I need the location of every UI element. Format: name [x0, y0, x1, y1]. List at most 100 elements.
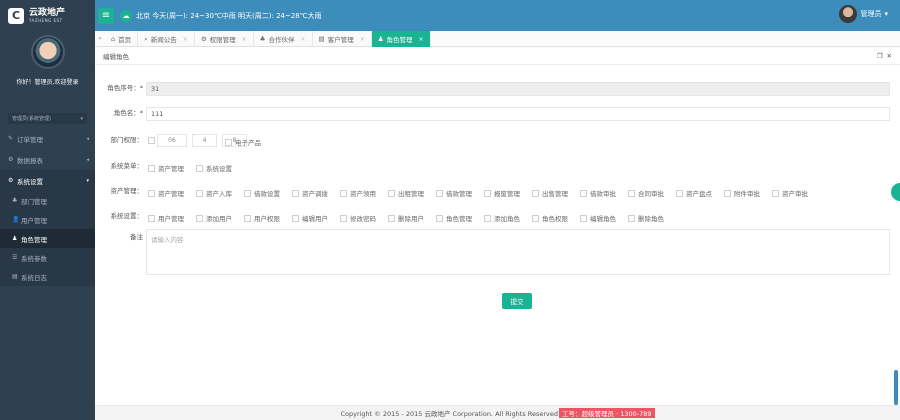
checkbox-label: 出售管理	[542, 190, 568, 198]
submit-button[interactable]: 提交	[502, 293, 532, 309]
permission-checkbox[interactable]: 借款管理	[436, 188, 472, 198]
permission-checkbox[interactable]: 出售管理	[532, 188, 568, 198]
permission-checkbox[interactable]: 报废管理	[484, 188, 520, 198]
permission-checkbox[interactable]: 角色管理	[436, 213, 472, 223]
permission-checkbox[interactable]: 资产盘点	[676, 188, 712, 198]
user-name: 管理员	[860, 10, 882, 18]
checkbox-label: 附件审批	[734, 190, 760, 198]
role-select-value: 管理员(系统管理)	[12, 116, 51, 122]
chevron-down-icon: ▾	[86, 177, 89, 184]
permission-checkbox[interactable]: 添加角色	[484, 213, 520, 223]
sidebar-subitem-label: 系统日志	[21, 273, 47, 282]
dept-field-2[interactable]: 4	[192, 134, 217, 147]
checkbox-label: 修改密码	[350, 215, 376, 223]
permission-checkbox[interactable]: 资产入库	[196, 188, 232, 198]
checkbox-box	[244, 214, 251, 222]
tab-permissions[interactable]: ⚙ 权限管理 ×	[195, 31, 254, 47]
close-icon[interactable]: ×	[360, 36, 365, 43]
permission-checkbox[interactable]: 附件审批	[724, 188, 760, 198]
role-name-input[interactable]: 111	[146, 107, 890, 121]
permission-checkbox[interactable]: 编辑用户	[292, 213, 328, 223]
permission-checkbox[interactable]: 删除用户	[388, 213, 424, 223]
dept-extra-checkbox[interactable]: 电子产品	[225, 137, 261, 147]
checkbox-box	[628, 214, 635, 222]
chevron-left-icon: ◂	[86, 156, 89, 163]
checkbox-box	[388, 189, 395, 197]
checkbox-box	[676, 189, 683, 197]
sidebar-item-orders[interactable]: ✎ 订单管理 ◂	[0, 128, 95, 149]
checkbox-label: 合同审批	[638, 190, 664, 198]
panel-header: 编辑角色 ❐ ✕	[95, 47, 900, 65]
permission-checkbox[interactable]: 资产审批	[772, 188, 808, 198]
sidebar-item-reports[interactable]: ⚙ 数据报表 ◂	[0, 149, 95, 170]
copy-icon[interactable]: ❐	[877, 52, 883, 60]
dept-checkbox[interactable]	[148, 137, 155, 144]
checkbox-box	[292, 214, 299, 222]
sitemap-icon: ♣	[259, 35, 266, 43]
permission-checkbox[interactable]: 出租管理	[388, 188, 424, 198]
tab-customers[interactable]: ▤ 客户管理 ×	[313, 31, 372, 47]
close-icon[interactable]: ×	[301, 36, 306, 43]
sidebar-subitem-params[interactable]: ☰ 系统参数	[0, 248, 95, 267]
checkbox-label: 添加用户	[206, 215, 232, 223]
close-icon[interactable]: ✕	[887, 52, 892, 60]
system-opt-checkbox[interactable]: 系统设置	[196, 163, 232, 173]
remark-textarea[interactable]: 请输入内容	[146, 229, 890, 275]
profile-avatar	[30, 35, 65, 69]
sidebar-item-settings[interactable]: ⚙ 系统设置 ▾	[0, 170, 95, 191]
sidebar-subitem-label: 用户管理	[21, 216, 47, 225]
permission-checkbox[interactable]: 借款审批	[580, 188, 616, 198]
user-menu[interactable]: 管理员 ▾	[839, 5, 888, 23]
permission-checkbox[interactable]: 删除角色	[628, 213, 664, 223]
permission-checkbox[interactable]: 资产领用	[340, 188, 376, 198]
tab-label: 客户管理	[327, 36, 354, 44]
close-icon[interactable]: ×	[183, 36, 188, 43]
checkbox-box	[580, 214, 587, 222]
permission-checkbox[interactable]: 添加用户	[196, 213, 232, 223]
weather-text: 北京 今天(周一): 24~30℃中雨 明天(周二): 24~28℃大雨	[136, 11, 322, 20]
dept-permission-label: 部门权限：	[110, 136, 144, 144]
scrollbar[interactable]	[894, 370, 898, 405]
permission-checkbox[interactable]: 修改密码	[340, 213, 376, 223]
footer-badge: 工号：超级管理员 · 1300-789	[559, 408, 655, 418]
logo-icon: C	[8, 7, 24, 24]
system-opt-checkbox[interactable]: 资产管理	[148, 163, 184, 173]
menu-toggle-button[interactable]: ≡	[98, 7, 114, 24]
tab-scroll-left-icon[interactable]: «	[95, 31, 105, 46]
role-select[interactable]: 管理员(系统管理) ▾	[8, 113, 87, 124]
sidebar-subitem-users[interactable]: 👤 用户管理	[0, 210, 95, 229]
checkbox-label: 资产领用	[350, 190, 376, 198]
main-content: 编辑角色 ❐ ✕ 角色序号：* 31 角色名：* 111 部门权限： 06 4 …	[95, 47, 900, 405]
checkbox-box	[292, 189, 299, 197]
tab-news[interactable]: ⌕ 新闻公告 ×	[138, 31, 195, 47]
dept-field-1[interactable]: 06	[157, 134, 187, 147]
permission-checkbox[interactable]: 用户权限	[244, 213, 280, 223]
panel-title: 编辑角色	[103, 52, 129, 61]
tab-label: 合作伙伴	[268, 36, 295, 44]
sidebar-subitem-departments[interactable]: ♣ 部门管理	[0, 191, 95, 210]
close-icon[interactable]: ×	[419, 36, 424, 43]
checkbox-label: 借款设置	[254, 190, 280, 198]
gear-icon: ⚙	[8, 156, 14, 163]
checkbox-label: 资产管理	[158, 165, 184, 173]
tab-home[interactable]: ⌂ 首页	[105, 31, 139, 47]
checkbox-label: 添加角色	[494, 215, 520, 223]
sidebar: 你好！管理员,欢迎登录 管理员(系统管理) ▾ ✎ 订单管理 ◂ ⚙ 数据报表 …	[0, 31, 95, 420]
sidebar-subitem-logs[interactable]: ▤ 系统日志	[0, 267, 95, 286]
checkbox-box	[225, 138, 232, 146]
permission-checkbox[interactable]: 合同审批	[628, 188, 664, 198]
tab-partners[interactable]: ♣ 合作伙伴 ×	[254, 31, 313, 47]
permission-checkbox[interactable]: 角色权限	[532, 213, 568, 223]
tab-roles[interactable]: ♟ 角色管理 ×	[371, 31, 431, 47]
permission-checkbox[interactable]: 资产调拨	[292, 188, 328, 198]
permission-checkbox[interactable]: 用户管理	[148, 213, 184, 223]
asset-management-label: 资产管理：	[110, 187, 144, 195]
permission-checkbox[interactable]: 资产管理	[148, 188, 184, 198]
close-icon[interactable]: ×	[242, 36, 247, 43]
system-menu-label: 系统菜单：	[110, 162, 144, 170]
permission-checkbox[interactable]: 借款设置	[244, 188, 280, 198]
sidebar-subitem-roles[interactable]: ♟ 角色管理	[0, 229, 95, 248]
permission-checkbox[interactable]: 编辑角色	[580, 213, 616, 223]
checkbox-box	[532, 189, 539, 197]
checkbox-box	[484, 214, 491, 222]
